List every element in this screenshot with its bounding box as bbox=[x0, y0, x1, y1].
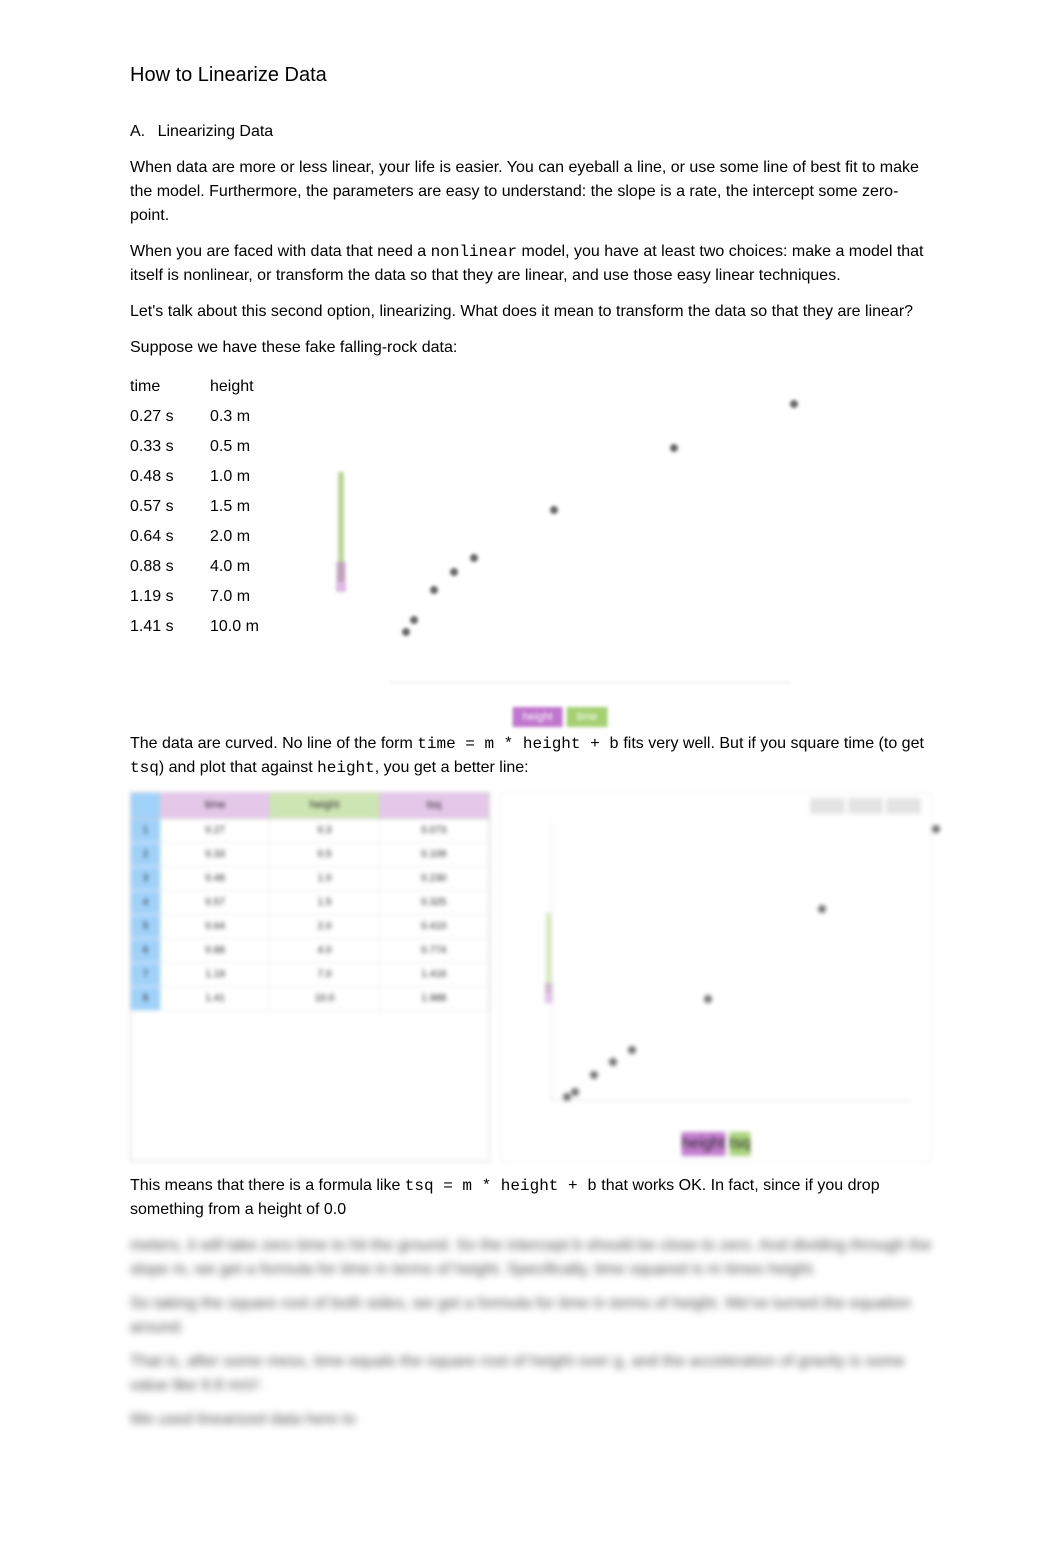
data-point bbox=[628, 1046, 636, 1054]
spreadsheet: time height tsq 10.270.30.07320.330.50.1… bbox=[130, 792, 490, 1162]
spreadsheet-row: 81.4110.01.988 bbox=[131, 987, 489, 1011]
data-point bbox=[470, 554, 478, 562]
table-row: 0.33 s 0.5 m bbox=[130, 432, 290, 462]
formula-2: tsq = m * height + b bbox=[405, 1177, 597, 1195]
data-point bbox=[571, 1088, 579, 1096]
formula-1: time = m * height + b bbox=[417, 735, 619, 753]
scatter-chart-tsq-vs-height: height tsq bbox=[500, 792, 932, 1162]
height-term: height bbox=[317, 759, 375, 777]
legend-height: height bbox=[513, 707, 563, 728]
data-point bbox=[450, 568, 458, 576]
nonlinear-term: nonlinear bbox=[431, 243, 517, 261]
table-row: 0.88 s 4.0 m bbox=[130, 552, 290, 582]
chart-1-container: height time bbox=[320, 372, 932, 732]
spreadsheet-row: 40.571.50.325 bbox=[131, 891, 489, 915]
spreadsheet-row: 71.197.01.416 bbox=[131, 963, 489, 987]
scatter-chart-time-vs-height: height time bbox=[320, 372, 800, 732]
spreadsheet-row: 60.884.00.774 bbox=[131, 939, 489, 963]
data-point bbox=[430, 586, 438, 594]
paragraph-1: When data are more or less linear, your … bbox=[130, 156, 932, 228]
data-table: time height 0.27 s 0.3 m 0.33 s 0.5 m 0.… bbox=[130, 372, 290, 732]
paragraph-2: When you are faced with data that need a… bbox=[130, 240, 932, 288]
header-time: time bbox=[130, 372, 210, 402]
spreadsheet-row: 50.642.00.410 bbox=[131, 915, 489, 939]
table-row: 1.41 s 10.0 m bbox=[130, 612, 290, 642]
legend-time: time bbox=[567, 707, 608, 728]
data-point bbox=[670, 444, 678, 452]
header-height: height bbox=[210, 372, 290, 402]
data-point bbox=[410, 616, 418, 624]
table-row: 0.48 s 1.0 m bbox=[130, 462, 290, 492]
section-name: Linearizing Data bbox=[158, 123, 274, 140]
table-header-row: time height bbox=[130, 372, 290, 402]
table-row: 1.19 s 7.0 m bbox=[130, 582, 290, 612]
data-and-chart-row: time height 0.27 s 0.3 m 0.33 s 0.5 m 0.… bbox=[130, 372, 932, 732]
section-heading: A. Linearizing Data bbox=[130, 120, 932, 144]
data-point bbox=[818, 905, 826, 913]
spreadsheet-and-chart-row: time height tsq 10.270.30.07320.330.50.1… bbox=[130, 792, 932, 1162]
page-title: How to Linearize Data bbox=[130, 60, 932, 90]
data-point bbox=[790, 400, 798, 408]
data-point bbox=[590, 1071, 598, 1079]
paragraph-6: This means that there is a formula like … bbox=[130, 1174, 932, 1222]
spreadsheet-row: 20.330.50.109 bbox=[131, 843, 489, 867]
paragraph-3: Let's talk about this second option, lin… bbox=[130, 300, 932, 324]
legend-tsq: tsq bbox=[729, 1132, 750, 1156]
paragraph-4: Suppose we have these fake falling-rock … bbox=[130, 336, 932, 360]
data-point bbox=[563, 1093, 571, 1101]
table-row: 0.64 s 2.0 m bbox=[130, 522, 290, 552]
data-point bbox=[932, 825, 940, 833]
data-point bbox=[550, 506, 558, 514]
table-row: 0.57 s 1.5 m bbox=[130, 492, 290, 522]
paragraph-5: The data are curved. No line of the form… bbox=[130, 732, 932, 780]
data-point bbox=[402, 628, 410, 636]
tsq-term: tsq bbox=[130, 759, 159, 777]
spreadsheet-row: 10.270.30.073 bbox=[131, 819, 489, 843]
data-point bbox=[609, 1058, 617, 1066]
spreadsheet-row: 30.481.00.230 bbox=[131, 867, 489, 891]
section-letter: A. bbox=[130, 120, 145, 144]
legend-height-2: height bbox=[682, 1132, 726, 1156]
data-point bbox=[704, 995, 712, 1003]
table-row: 0.27 s 0.3 m bbox=[130, 402, 290, 432]
blurred-continuation: meters, it will take zero time to hit th… bbox=[130, 1234, 932, 1432]
